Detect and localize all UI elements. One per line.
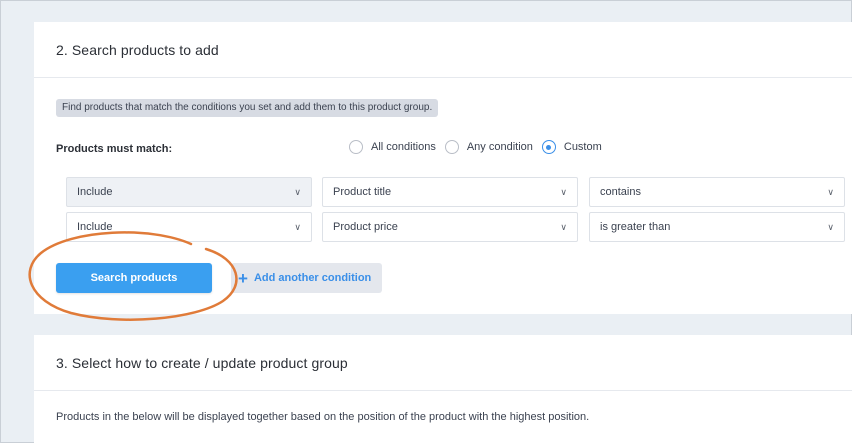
condition-2-operator-select[interactable]: is greater than ∨ — [589, 212, 845, 242]
create-update-section: 3. Select how to create / update product… — [34, 335, 852, 443]
condition-2-mode-select[interactable]: Include ∨ — [66, 212, 312, 242]
select-value: Include — [77, 221, 113, 233]
chevron-down-icon: ∨ — [294, 222, 301, 232]
condition-1-mode-select[interactable]: Include ∨ — [66, 177, 312, 207]
radio-custom[interactable]: Custom — [541, 140, 602, 154]
section-title: 2. Search products to add — [56, 42, 219, 58]
select-value: contains — [600, 186, 641, 198]
radio-all-conditions[interactable]: All conditions — [349, 140, 436, 154]
chevron-down-icon: ∨ — [827, 187, 834, 197]
chevron-down-icon: ∨ — [827, 222, 834, 232]
radio-label: Custom — [563, 141, 602, 153]
divider — [34, 390, 852, 391]
search-products-section: 2. Search products to add Find products … — [34, 22, 852, 314]
radio-label: Any condition — [466, 141, 533, 153]
radio-button-checked[interactable] — [541, 140, 556, 154]
divider — [34, 77, 852, 78]
radio-button[interactable] — [349, 140, 363, 154]
add-condition-label: Add another condition — [253, 272, 372, 284]
radio-any-condition[interactable]: Any condition — [444, 140, 533, 154]
search-products-button[interactable]: Search products — [56, 263, 212, 293]
match-label: Products must match: — [56, 143, 173, 155]
select-value: Product price — [333, 221, 398, 233]
chevron-down-icon: ∨ — [560, 187, 567, 197]
chevron-down-icon: ∨ — [560, 222, 567, 232]
chevron-down-icon: ∨ — [294, 187, 301, 197]
condition-1-field-select[interactable]: Product title ∨ — [322, 177, 578, 207]
condition-1-operator-select[interactable]: contains ∨ — [589, 177, 845, 207]
radio-button[interactable] — [444, 140, 459, 154]
section-title: 3. Select how to create / update product… — [56, 355, 348, 371]
radio-label: All conditions — [371, 141, 436, 153]
select-value: Include — [77, 186, 113, 198]
plus-icon: + — [238, 268, 248, 288]
add-condition-button[interactable]: + Add another condition — [231, 263, 382, 293]
section-description: Products in the below will be displayed … — [56, 411, 590, 423]
info-tag: Find products that match the conditions … — [56, 99, 439, 117]
select-value: Product title — [333, 186, 392, 198]
select-value: is greater than — [600, 221, 671, 233]
condition-2-field-select[interactable]: Product price ∨ — [322, 212, 578, 242]
match-radio-group: All conditions Any condition Custom — [349, 140, 611, 154]
